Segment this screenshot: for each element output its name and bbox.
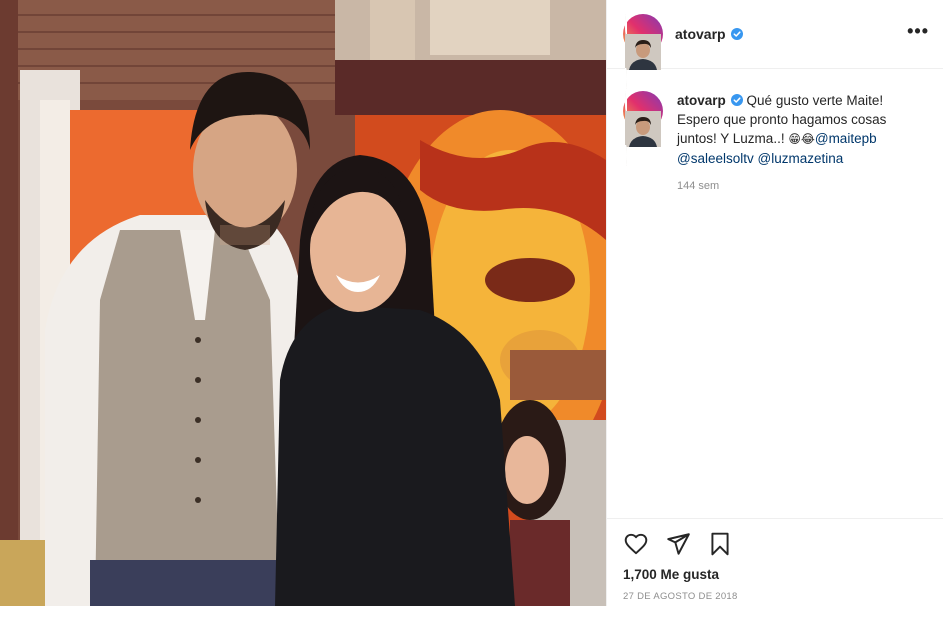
mention-link[interactable]: @saleelsoltv: [677, 151, 754, 166]
post-photo[interactable]: [0, 0, 606, 606]
caption-body: atovarp Qué gusto verte Maite! Espero qu…: [677, 91, 927, 192]
caption-emojis: 😁😂: [788, 132, 815, 146]
post-actions-area: 1,700 Me gusta 27 DE AGOSTO DE 2018: [607, 518, 943, 606]
verified-badge-icon: [730, 94, 743, 106]
instagram-post: atovarp ••• atovarp Qué gusto verte Mait…: [0, 0, 943, 606]
post-photo-image: [0, 0, 606, 606]
more-options-icon[interactable]: •••: [907, 22, 929, 46]
paper-plane-icon[interactable]: [665, 531, 691, 557]
caption-username[interactable]: atovarp: [677, 93, 726, 108]
caption-time-ago[interactable]: 144 sem: [677, 180, 927, 192]
likes-count[interactable]: 1,700 Me gusta: [623, 567, 927, 582]
post-sidebar: atovarp ••• atovarp Qué gusto verte Mait…: [606, 0, 943, 606]
action-bar: [623, 531, 927, 557]
mention-link[interactable]: @maitepb: [815, 131, 877, 146]
caption-avatar[interactable]: [623, 91, 663, 166]
profile-photo-icon: [625, 91, 661, 166]
author-avatar[interactable]: [623, 14, 663, 89]
bookmark-icon[interactable]: [707, 531, 733, 557]
post-header: atovarp •••: [607, 0, 943, 89]
author-username[interactable]: atovarp: [675, 26, 726, 42]
caption-text: atovarp Qué gusto verte Maite! Espero qu…: [677, 91, 927, 168]
post-date: 27 DE AGOSTO DE 2018: [623, 591, 738, 602]
mention-link[interactable]: @luzmazetina: [758, 151, 844, 166]
verified-badge-icon: [730, 28, 743, 40]
heart-icon[interactable]: [623, 531, 649, 557]
caption: atovarp Qué gusto verte Maite! Espero qu…: [607, 69, 943, 192]
